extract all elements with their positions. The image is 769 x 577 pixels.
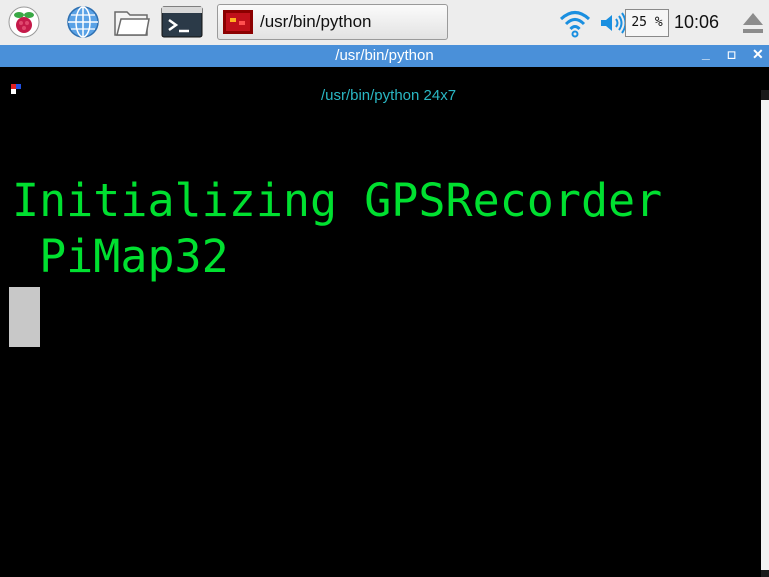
maximize-button[interactable]: ◻	[727, 48, 736, 61]
scrollbar[interactable]	[761, 90, 769, 577]
taskbar-window-label: /usr/bin/python	[260, 12, 372, 31]
eject-icon[interactable]	[740, 9, 766, 37]
terminal-window[interactable]: /usr/bin/python 24x7 Initializing GPSRec…	[8, 67, 769, 577]
terminal-icon[interactable]	[161, 5, 203, 39]
taskbar: /usr/bin/python 25 % 10:06	[0, 0, 769, 46]
window-titlebar[interactable]: /usr/bin/python _ ◻ ✕	[0, 45, 769, 67]
cpu-monitor[interactable]: 25 %	[625, 9, 669, 37]
minimize-button[interactable]: _	[702, 45, 710, 61]
raspberry-menu-icon[interactable]	[8, 6, 40, 38]
taskbar-window-button[interactable]: /usr/bin/python	[217, 4, 448, 40]
close-button[interactable]: ✕	[752, 46, 764, 63]
window-title: /usr/bin/python	[335, 47, 434, 64]
globe-icon[interactable]	[66, 5, 100, 39]
scrollbar-thumb[interactable]	[761, 100, 769, 570]
terminal-line: Initializing GPSRecorder	[12, 174, 663, 227]
terminal-cursor	[9, 287, 40, 347]
terminal-header: /usr/bin/python 24x7	[320, 87, 457, 104]
wifi-icon[interactable]	[558, 8, 592, 38]
clock[interactable]: 10:06	[674, 12, 719, 33]
folder-icon[interactable]	[113, 6, 151, 38]
terminal-line: PiMap32	[12, 230, 229, 283]
python-app-icon	[223, 10, 253, 34]
